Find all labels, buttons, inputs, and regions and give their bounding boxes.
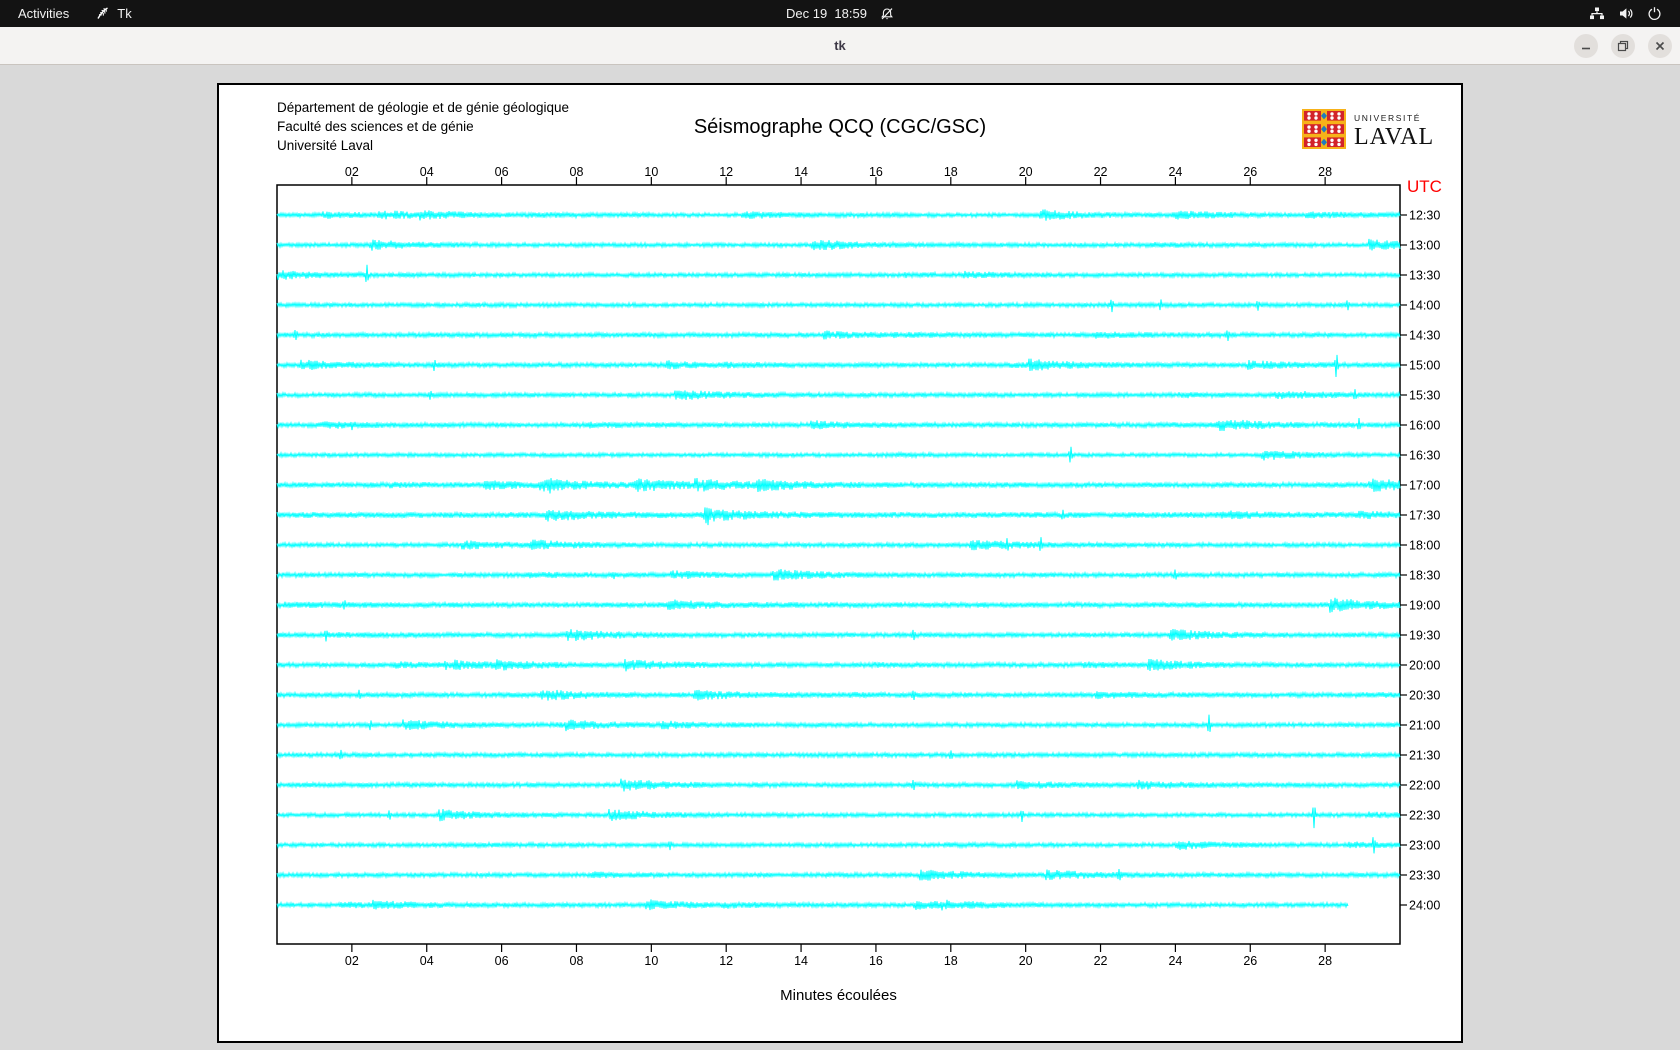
svg-text:18: 18 [944,954,958,968]
app-menu[interactable]: Tk [95,6,132,21]
svg-text:08: 08 [570,954,584,968]
svg-text:22:00: 22:00 [1409,779,1440,793]
wired-network-icon [1589,6,1605,21]
svg-text:06: 06 [495,954,509,968]
svg-text:20:30: 20:30 [1409,689,1440,703]
svg-text:UTC: UTC [1407,177,1442,196]
svg-text:19:30: 19:30 [1409,629,1440,643]
svg-text:02: 02 [345,954,359,968]
svg-text:04: 04 [420,165,434,179]
system-status-area[interactable] [1589,0,1680,27]
desktop: Activities Tk Dec 19 18:59 tk Départemen… [0,0,1680,1050]
svg-text:18:30: 18:30 [1409,569,1440,583]
svg-text:17:00: 17:00 [1409,479,1440,493]
restore-button[interactable] [1611,34,1635,58]
svg-text:28: 28 [1318,165,1332,179]
svg-text:16:30: 16:30 [1409,449,1440,463]
svg-text:18: 18 [944,165,958,179]
seismograph-canvas: Département de géologie et de génie géol… [217,83,1463,1043]
activities-button[interactable]: Activities [18,6,69,21]
svg-text:14:00: 14:00 [1409,299,1440,313]
svg-text:16:00: 16:00 [1409,419,1440,433]
svg-text:23:00: 23:00 [1409,839,1440,853]
svg-text:10: 10 [644,954,658,968]
svg-text:24: 24 [1168,954,1182,968]
svg-text:Minutes écoulées: Minutes écoulées [780,987,897,1004]
svg-text:02: 02 [345,165,359,179]
window-controls [1574,34,1672,58]
svg-text:15:30: 15:30 [1409,389,1440,403]
svg-text:26: 26 [1243,954,1257,968]
svg-text:23:30: 23:30 [1409,869,1440,883]
svg-text:04: 04 [420,954,434,968]
svg-text:22: 22 [1094,165,1108,179]
svg-text:12: 12 [719,165,733,179]
svg-text:28: 28 [1318,954,1332,968]
svg-text:14: 14 [794,165,808,179]
gnome-top-bar: Activities Tk Dec 19 18:59 [0,0,1680,27]
svg-text:16: 16 [869,165,883,179]
svg-text:06: 06 [495,165,509,179]
svg-text:21:00: 21:00 [1409,719,1440,733]
svg-text:24: 24 [1168,165,1182,179]
svg-text:19:00: 19:00 [1409,599,1440,613]
clock-menu[interactable]: Dec 19 18:59 [786,0,894,27]
svg-text:17:30: 17:30 [1409,509,1440,523]
svg-text:16: 16 [869,954,883,968]
minimize-button[interactable] [1574,34,1598,58]
svg-text:20: 20 [1019,165,1033,179]
close-button[interactable] [1648,34,1672,58]
svg-text:14: 14 [794,954,808,968]
svg-text:26: 26 [1243,165,1257,179]
svg-text:20: 20 [1019,954,1033,968]
notifications-muted-icon [880,7,894,21]
tk-feather-icon [95,6,110,21]
svg-text:13:00: 13:00 [1409,239,1440,253]
svg-text:22:30: 22:30 [1409,809,1440,823]
svg-text:15:00: 15:00 [1409,359,1440,373]
window-titlebar[interactable]: tk [0,27,1680,65]
svg-text:10: 10 [644,165,658,179]
svg-text:20:00: 20:00 [1409,659,1440,673]
svg-text:21:30: 21:30 [1409,749,1440,763]
app-menu-label: Tk [117,6,132,21]
svg-text:24:00: 24:00 [1409,899,1440,913]
svg-text:12:30: 12:30 [1409,209,1440,223]
volume-icon [1618,6,1634,21]
window-content: Département de géologie et de génie géol… [0,66,1680,1050]
clock-label: Dec 19 18:59 [786,6,867,21]
svg-text:22: 22 [1094,954,1108,968]
window-title: tk [834,38,846,53]
svg-text:13:30: 13:30 [1409,269,1440,283]
seismograph-plot: 02 02 04 04 06 06 08 08 10 10 12 12 14 14 16 16 18 18 20 20… [276,165,1442,1004]
power-icon [1647,6,1662,21]
svg-text:08: 08 [570,165,584,179]
svg-text:12: 12 [719,954,733,968]
svg-text:14:30: 14:30 [1409,329,1440,343]
svg-text:18:00: 18:00 [1409,539,1440,553]
